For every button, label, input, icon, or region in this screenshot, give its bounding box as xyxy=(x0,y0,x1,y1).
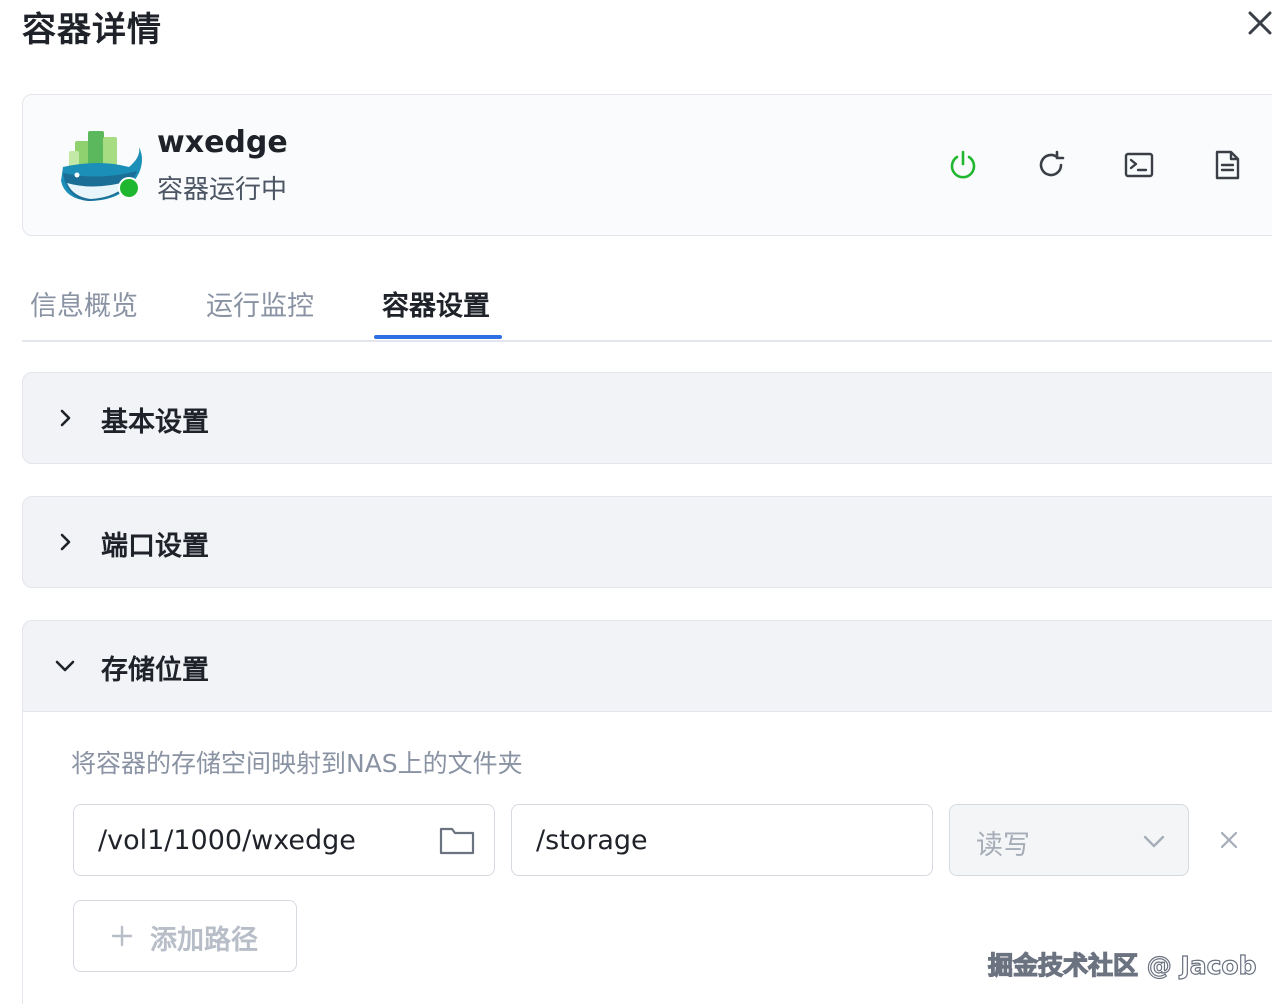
browse-folder-button[interactable] xyxy=(438,823,476,857)
section-title: 端口设置 xyxy=(101,531,209,562)
close-icon xyxy=(1248,11,1272,35)
section-port-settings-header[interactable]: 端口设置 xyxy=(23,497,1272,587)
container-summary-card: wxedge 容器运行中 xyxy=(22,94,1272,236)
section-basic-settings-header[interactable]: 基本设置 xyxy=(23,373,1272,463)
log-button[interactable] xyxy=(1209,147,1245,183)
chevron-down-icon xyxy=(51,652,79,680)
running-status-dot xyxy=(118,177,140,199)
power-button[interactable] xyxy=(945,147,981,183)
container-path-field xyxy=(511,804,933,876)
close-icon xyxy=(1220,831,1238,849)
container-status: 容器运行中 xyxy=(157,175,288,205)
container-name: wxedge xyxy=(157,125,288,160)
terminal-icon xyxy=(1124,152,1154,178)
container-path-input[interactable] xyxy=(512,805,932,875)
tab-overview[interactable]: 信息概览 xyxy=(30,284,138,323)
tab-monitoring[interactable]: 运行监控 xyxy=(206,284,314,323)
add-path-button[interactable]: 添加路径 xyxy=(73,900,297,972)
restart-button[interactable] xyxy=(1033,147,1069,183)
access-mode-select[interactable]: 读写 xyxy=(949,804,1189,876)
chevron-right-icon xyxy=(51,404,79,432)
power-icon xyxy=(950,150,976,179)
plus-icon xyxy=(108,922,136,950)
chevron-right-icon xyxy=(51,528,79,556)
active-tab-indicator xyxy=(374,335,502,339)
section-port-settings: 端口设置 xyxy=(22,496,1272,588)
section-title: 基本设置 xyxy=(101,407,209,438)
chevron-down-icon xyxy=(1140,827,1168,855)
terminal-button[interactable] xyxy=(1121,147,1157,183)
section-storage-header[interactable]: 存储位置 xyxy=(23,621,1272,711)
tab-bar: 信息概览 运行监控 容器设置 xyxy=(22,272,1272,342)
close-button[interactable] xyxy=(1243,4,1272,42)
host-path-field xyxy=(73,804,495,876)
tab-container-settings[interactable]: 容器设置 xyxy=(382,284,490,323)
watermark: 掘金技术社区 @ Jacob xyxy=(987,950,1257,980)
remove-path-button[interactable] xyxy=(1215,826,1243,854)
storage-description: 将容器的存储空间映射到NAS上的文件夹 xyxy=(71,749,523,778)
section-title: 存储位置 xyxy=(101,655,209,686)
access-mode-value: 读写 xyxy=(976,830,1030,861)
section-basic-settings: 基本设置 xyxy=(22,372,1272,464)
restart-icon xyxy=(1039,150,1065,177)
folder-icon xyxy=(439,827,475,855)
host-path-input[interactable] xyxy=(74,805,494,875)
dialog-title: 容器详情 xyxy=(22,10,162,50)
add-path-label: 添加路径 xyxy=(150,925,258,956)
log-file-icon xyxy=(1215,150,1240,180)
